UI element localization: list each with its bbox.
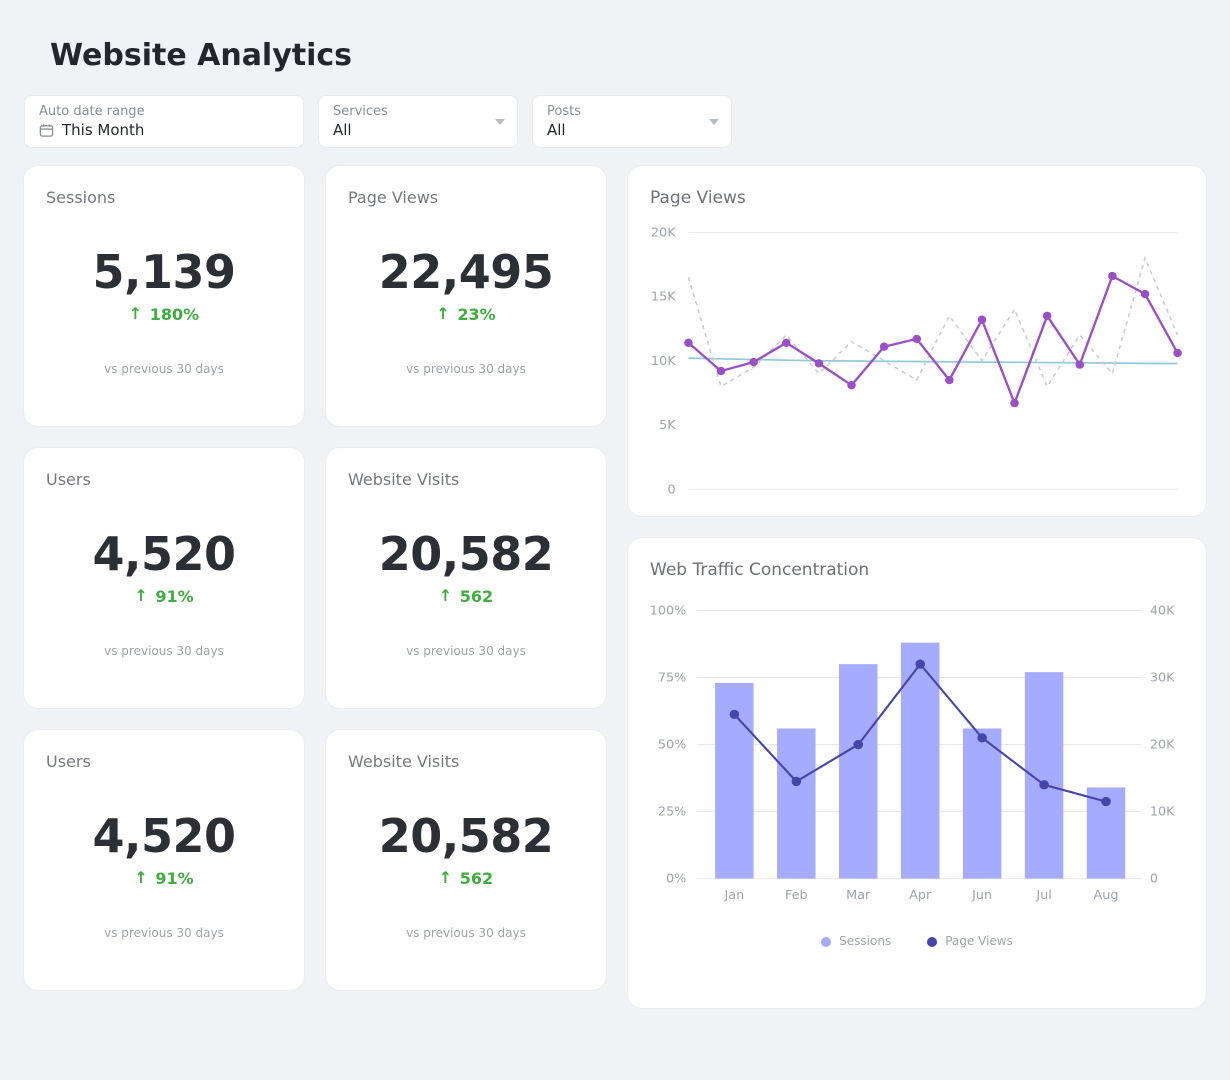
stat-card-sessions: Sessions 5,139 ↑ 180% vs previous 30 day… xyxy=(24,166,304,426)
stat-title: Users xyxy=(46,752,282,771)
svg-text:10K: 10K xyxy=(1150,804,1175,819)
stat-value: 20,582 xyxy=(348,809,584,863)
svg-text:5K: 5K xyxy=(659,417,676,432)
legend-item-sessions: Sessions xyxy=(821,934,891,948)
services-value: All xyxy=(333,121,352,139)
svg-text:Jan: Jan xyxy=(723,887,744,902)
stat-title: Users xyxy=(46,470,282,489)
posts-filter[interactable]: Posts All xyxy=(532,95,732,148)
chart-legend: Sessions Page Views xyxy=(650,934,1184,948)
chevron-down-icon xyxy=(709,119,719,125)
svg-text:Jul: Jul xyxy=(1035,887,1051,902)
svg-text:Jun: Jun xyxy=(971,887,992,902)
svg-text:10K: 10K xyxy=(651,353,676,368)
web-traffic-bar-chart: 100% 75% 50% 25% 0% 40K 30K 20K 10K xyxy=(650,594,1184,924)
stat-delta: ↑ 91% xyxy=(46,869,282,888)
filters-row: Auto date range This Month Services All … xyxy=(24,95,1206,148)
svg-text:50%: 50% xyxy=(658,737,686,752)
page-views-chart-card: Page Views 20K 15K 10K 5K 0 xyxy=(628,166,1206,516)
svg-text:75%: 75% xyxy=(658,670,686,685)
stat-note: vs previous 30 days xyxy=(348,644,584,658)
page-title: Website Analytics xyxy=(50,38,1206,73)
stat-card-page-views: Page Views 22,495 ↑ 23% vs previous 30 d… xyxy=(326,166,606,426)
svg-text:25%: 25% xyxy=(658,804,686,819)
svg-text:20K: 20K xyxy=(651,225,676,240)
arrow-up-icon: ↑ xyxy=(439,868,452,887)
arrow-up-icon: ↑ xyxy=(439,586,452,605)
svg-text:Mar: Mar xyxy=(846,887,871,902)
svg-text:Apr: Apr xyxy=(909,887,932,902)
arrow-up-icon: ↑ xyxy=(129,304,142,323)
stat-delta: ↑ 91% xyxy=(46,587,282,606)
stat-card-users-2: Users 4,520 ↑ 91% vs previous 30 days xyxy=(24,730,304,990)
services-filter[interactable]: Services All xyxy=(318,95,518,148)
svg-text:20K: 20K xyxy=(1150,737,1175,752)
arrow-up-icon: ↑ xyxy=(134,868,147,887)
svg-text:100%: 100% xyxy=(650,603,686,618)
chart-title: Web Traffic Concentration xyxy=(650,560,1184,580)
page-views-line-chart: 20K 15K 10K 5K 0 xyxy=(650,222,1184,512)
arrow-up-icon: ↑ xyxy=(436,304,449,323)
stat-value: 5,139 xyxy=(46,245,282,299)
svg-text:Feb: Feb xyxy=(785,887,808,902)
svg-text:15K: 15K xyxy=(651,289,676,304)
chart-title: Page Views xyxy=(650,188,1184,208)
arrow-up-icon: ↑ xyxy=(134,586,147,605)
stat-note: vs previous 30 days xyxy=(348,362,584,376)
stat-delta: ↑ 562 xyxy=(348,869,584,888)
stat-note: vs previous 30 days xyxy=(46,926,282,940)
stat-title: Website Visits xyxy=(348,752,584,771)
stat-delta: ↑ 562 xyxy=(348,587,584,606)
svg-text:0: 0 xyxy=(667,482,675,497)
stat-title: Page Views xyxy=(348,188,584,207)
chevron-down-icon xyxy=(495,119,505,125)
svg-text:30K: 30K xyxy=(1150,670,1175,685)
stats-grid: Sessions 5,139 ↑ 180% vs previous 30 day… xyxy=(24,166,606,990)
svg-text:0%: 0% xyxy=(666,871,686,886)
stat-value: 22,495 xyxy=(348,245,584,299)
svg-text:40K: 40K xyxy=(1150,603,1175,618)
stat-note: vs previous 30 days xyxy=(46,644,282,658)
posts-label: Posts xyxy=(547,104,717,119)
calendar-icon xyxy=(39,123,54,138)
legend-swatch-icon xyxy=(927,937,937,947)
legend-swatch-icon xyxy=(821,937,831,947)
date-range-value: This Month xyxy=(62,121,144,139)
stat-delta: ↑ 180% xyxy=(46,305,282,324)
stat-title: Sessions xyxy=(46,188,282,207)
date-range-label: Auto date range xyxy=(39,104,289,119)
svg-text:Aug: Aug xyxy=(1094,887,1119,902)
services-label: Services xyxy=(333,104,503,119)
stat-card-website-visits-2: Website Visits 20,582 ↑ 562 vs previous … xyxy=(326,730,606,990)
svg-text:0: 0 xyxy=(1150,871,1158,886)
stat-value: 20,582 xyxy=(348,527,584,581)
stat-note: vs previous 30 days xyxy=(46,362,282,376)
date-range-filter[interactable]: Auto date range This Month xyxy=(24,95,304,148)
stat-value: 4,520 xyxy=(46,809,282,863)
stat-card-website-visits: Website Visits 20,582 ↑ 562 vs previous … xyxy=(326,448,606,708)
stat-title: Website Visits xyxy=(348,470,584,489)
stat-note: vs previous 30 days xyxy=(348,926,584,940)
legend-item-page-views: Page Views xyxy=(927,934,1013,948)
stat-value: 4,520 xyxy=(46,527,282,581)
stat-card-users: Users 4,520 ↑ 91% vs previous 30 days xyxy=(24,448,304,708)
web-traffic-chart-card: Web Traffic Concentration 100% 75% 50% 2… xyxy=(628,538,1206,1008)
posts-value: All xyxy=(547,121,566,139)
stat-delta: ↑ 23% xyxy=(348,305,584,324)
